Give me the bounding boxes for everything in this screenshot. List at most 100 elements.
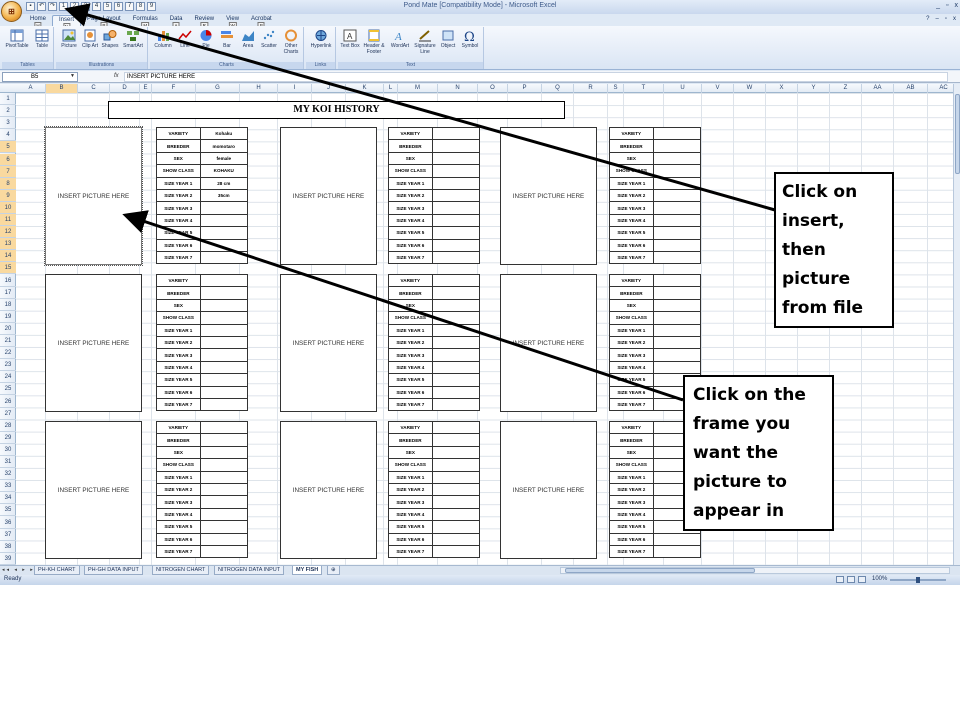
- field-label[interactable]: SIZE YEAR 5: [388, 373, 433, 387]
- page-layout-view-icon[interactable]: [847, 576, 855, 583]
- field-label[interactable]: SIZE YEAR 6: [156, 532, 201, 546]
- field-value[interactable]: [199, 373, 249, 387]
- clip-art-button[interactable]: Clip Art: [81, 29, 99, 49]
- field-value[interactable]: [199, 532, 249, 546]
- field-value[interactable]: [652, 176, 702, 190]
- row-header-5[interactable]: 5: [0, 141, 16, 154]
- field-label[interactable]: SIZE YEAR 2: [388, 188, 433, 203]
- field-label[interactable]: VARIETY: [156, 126, 201, 141]
- row-header-34[interactable]: 34: [0, 492, 16, 505]
- column-header-c[interactable]: C: [78, 84, 110, 93]
- scroll-thumb[interactable]: [565, 568, 755, 573]
- zoom-level[interactable]: 100%: [872, 576, 887, 582]
- field-value[interactable]: [199, 360, 249, 375]
- field-label[interactable]: BREEDER: [156, 139, 201, 153]
- field-label[interactable]: SIZE YEAR 7: [609, 397, 654, 412]
- row-header-19[interactable]: 19: [0, 311, 16, 323]
- column-header-aa[interactable]: AA: [862, 84, 894, 93]
- field-value[interactable]: [199, 520, 249, 534]
- field-label[interactable]: SIZE YEAR 4: [156, 507, 201, 522]
- field-label[interactable]: SIZE YEAR 6: [388, 532, 433, 546]
- field-label[interactable]: SIZE YEAR 1: [609, 323, 654, 337]
- field-value[interactable]: female: [199, 151, 249, 166]
- field-value[interactable]: [199, 507, 249, 522]
- row-header-15[interactable]: 15: [0, 262, 16, 275]
- picture-frame[interactable]: INSERT PICTURE HERE: [500, 274, 597, 412]
- field-value[interactable]: [652, 311, 702, 325]
- field-label[interactable]: SIZE YEAR 2: [609, 482, 654, 497]
- field-value[interactable]: [652, 188, 702, 203]
- smartart-button[interactable]: SmartArt: [121, 29, 145, 49]
- field-value[interactable]: [199, 273, 249, 288]
- field-value[interactable]: [431, 470, 481, 484]
- tab-insert[interactable]: InsertN: [52, 15, 82, 30]
- row-header-27[interactable]: 27: [0, 408, 16, 420]
- page-break-view-icon[interactable]: [858, 576, 866, 583]
- picture-frame[interactable]: INSERT PICTURE HERE: [45, 274, 142, 412]
- restore-icon[interactable]: ▫: [946, 2, 948, 9]
- row-header-18[interactable]: 18: [0, 299, 16, 311]
- field-value[interactable]: [431, 298, 481, 313]
- column-header-j[interactable]: J: [312, 84, 346, 93]
- field-value[interactable]: momotaro: [199, 139, 249, 153]
- row-header-4[interactable]: 4: [0, 129, 16, 142]
- field-label[interactable]: SHOW CLASS: [388, 458, 433, 472]
- tab-formulas[interactable]: FormulasM: [127, 15, 164, 29]
- field-value[interactable]: [652, 360, 702, 375]
- field-value[interactable]: [431, 532, 481, 546]
- row-header-7[interactable]: 7: [0, 165, 16, 178]
- field-label[interactable]: SIZE YEAR 6: [156, 385, 201, 399]
- column-header-p[interactable]: P: [508, 84, 542, 93]
- field-label[interactable]: SIZE YEAR 4: [156, 360, 201, 375]
- picture-frame[interactable]: INSERT PICTURE HERE: [45, 421, 142, 559]
- field-label[interactable]: SIZE YEAR 3: [388, 348, 433, 362]
- field-value[interactable]: [199, 286, 249, 300]
- other-charts-button[interactable]: Other Charts: [280, 29, 302, 55]
- field-value[interactable]: [199, 420, 249, 435]
- field-value[interactable]: [431, 213, 481, 228]
- field-value[interactable]: [652, 286, 702, 300]
- line-chart-button[interactable]: Line: [175, 29, 195, 49]
- symbol-button[interactable]: Ω Symbol: [459, 29, 481, 49]
- field-value[interactable]: [652, 335, 702, 350]
- field-label[interactable]: SIZE YEAR 6: [609, 385, 654, 399]
- field-value[interactable]: [431, 139, 481, 153]
- field-label[interactable]: SEX: [156, 298, 201, 313]
- column-header-m[interactable]: M: [398, 84, 438, 93]
- field-label[interactable]: BREEDER: [388, 139, 433, 153]
- row-header-37[interactable]: 37: [0, 529, 16, 541]
- field-label[interactable]: SIZE YEAR 3: [156, 495, 201, 509]
- row-header-39[interactable]: 39: [0, 553, 16, 565]
- minimize-icon[interactable]: _: [936, 2, 940, 9]
- column-header-x[interactable]: X: [766, 84, 798, 93]
- column-header-b[interactable]: B: [46, 84, 78, 93]
- row-header-16[interactable]: 16: [0, 275, 16, 287]
- field-label[interactable]: SIZE YEAR 1: [388, 176, 433, 190]
- field-value[interactable]: [199, 397, 249, 412]
- field-label[interactable]: SIZE YEAR 1: [609, 176, 654, 190]
- field-label[interactable]: SIZE YEAR 7: [388, 397, 433, 412]
- field-value[interactable]: [199, 433, 249, 447]
- field-label[interactable]: SEX: [388, 298, 433, 313]
- zoom-slider-knob[interactable]: [916, 577, 920, 583]
- field-value[interactable]: [431, 360, 481, 375]
- field-label[interactable]: SEX: [609, 151, 654, 166]
- field-label[interactable]: SIZE YEAR 4: [609, 507, 654, 522]
- field-value[interactable]: [199, 470, 249, 484]
- field-value[interactable]: [652, 348, 702, 362]
- field-label[interactable]: SIZE YEAR 2: [609, 188, 654, 203]
- sheet-tab-ph-gh-data-input[interactable]: PH-GH DATA INPUT: [84, 566, 143, 575]
- field-value[interactable]: [199, 544, 249, 559]
- column-header-d[interactable]: D: [110, 84, 140, 93]
- field-value[interactable]: [652, 213, 702, 228]
- field-label[interactable]: SIZE YEAR 6: [156, 238, 201, 252]
- column-header-v[interactable]: V: [702, 84, 734, 93]
- row-header-38[interactable]: 38: [0, 541, 16, 553]
- column-header-r[interactable]: R: [574, 84, 608, 93]
- field-label[interactable]: SIZE YEAR 4: [609, 360, 654, 375]
- field-value[interactable]: [199, 298, 249, 313]
- field-value[interactable]: KOHAKU: [199, 164, 249, 178]
- shapes-button[interactable]: Shapes: [100, 29, 120, 49]
- field-value[interactable]: [652, 201, 702, 215]
- row-header-14[interactable]: 14: [0, 250, 16, 263]
